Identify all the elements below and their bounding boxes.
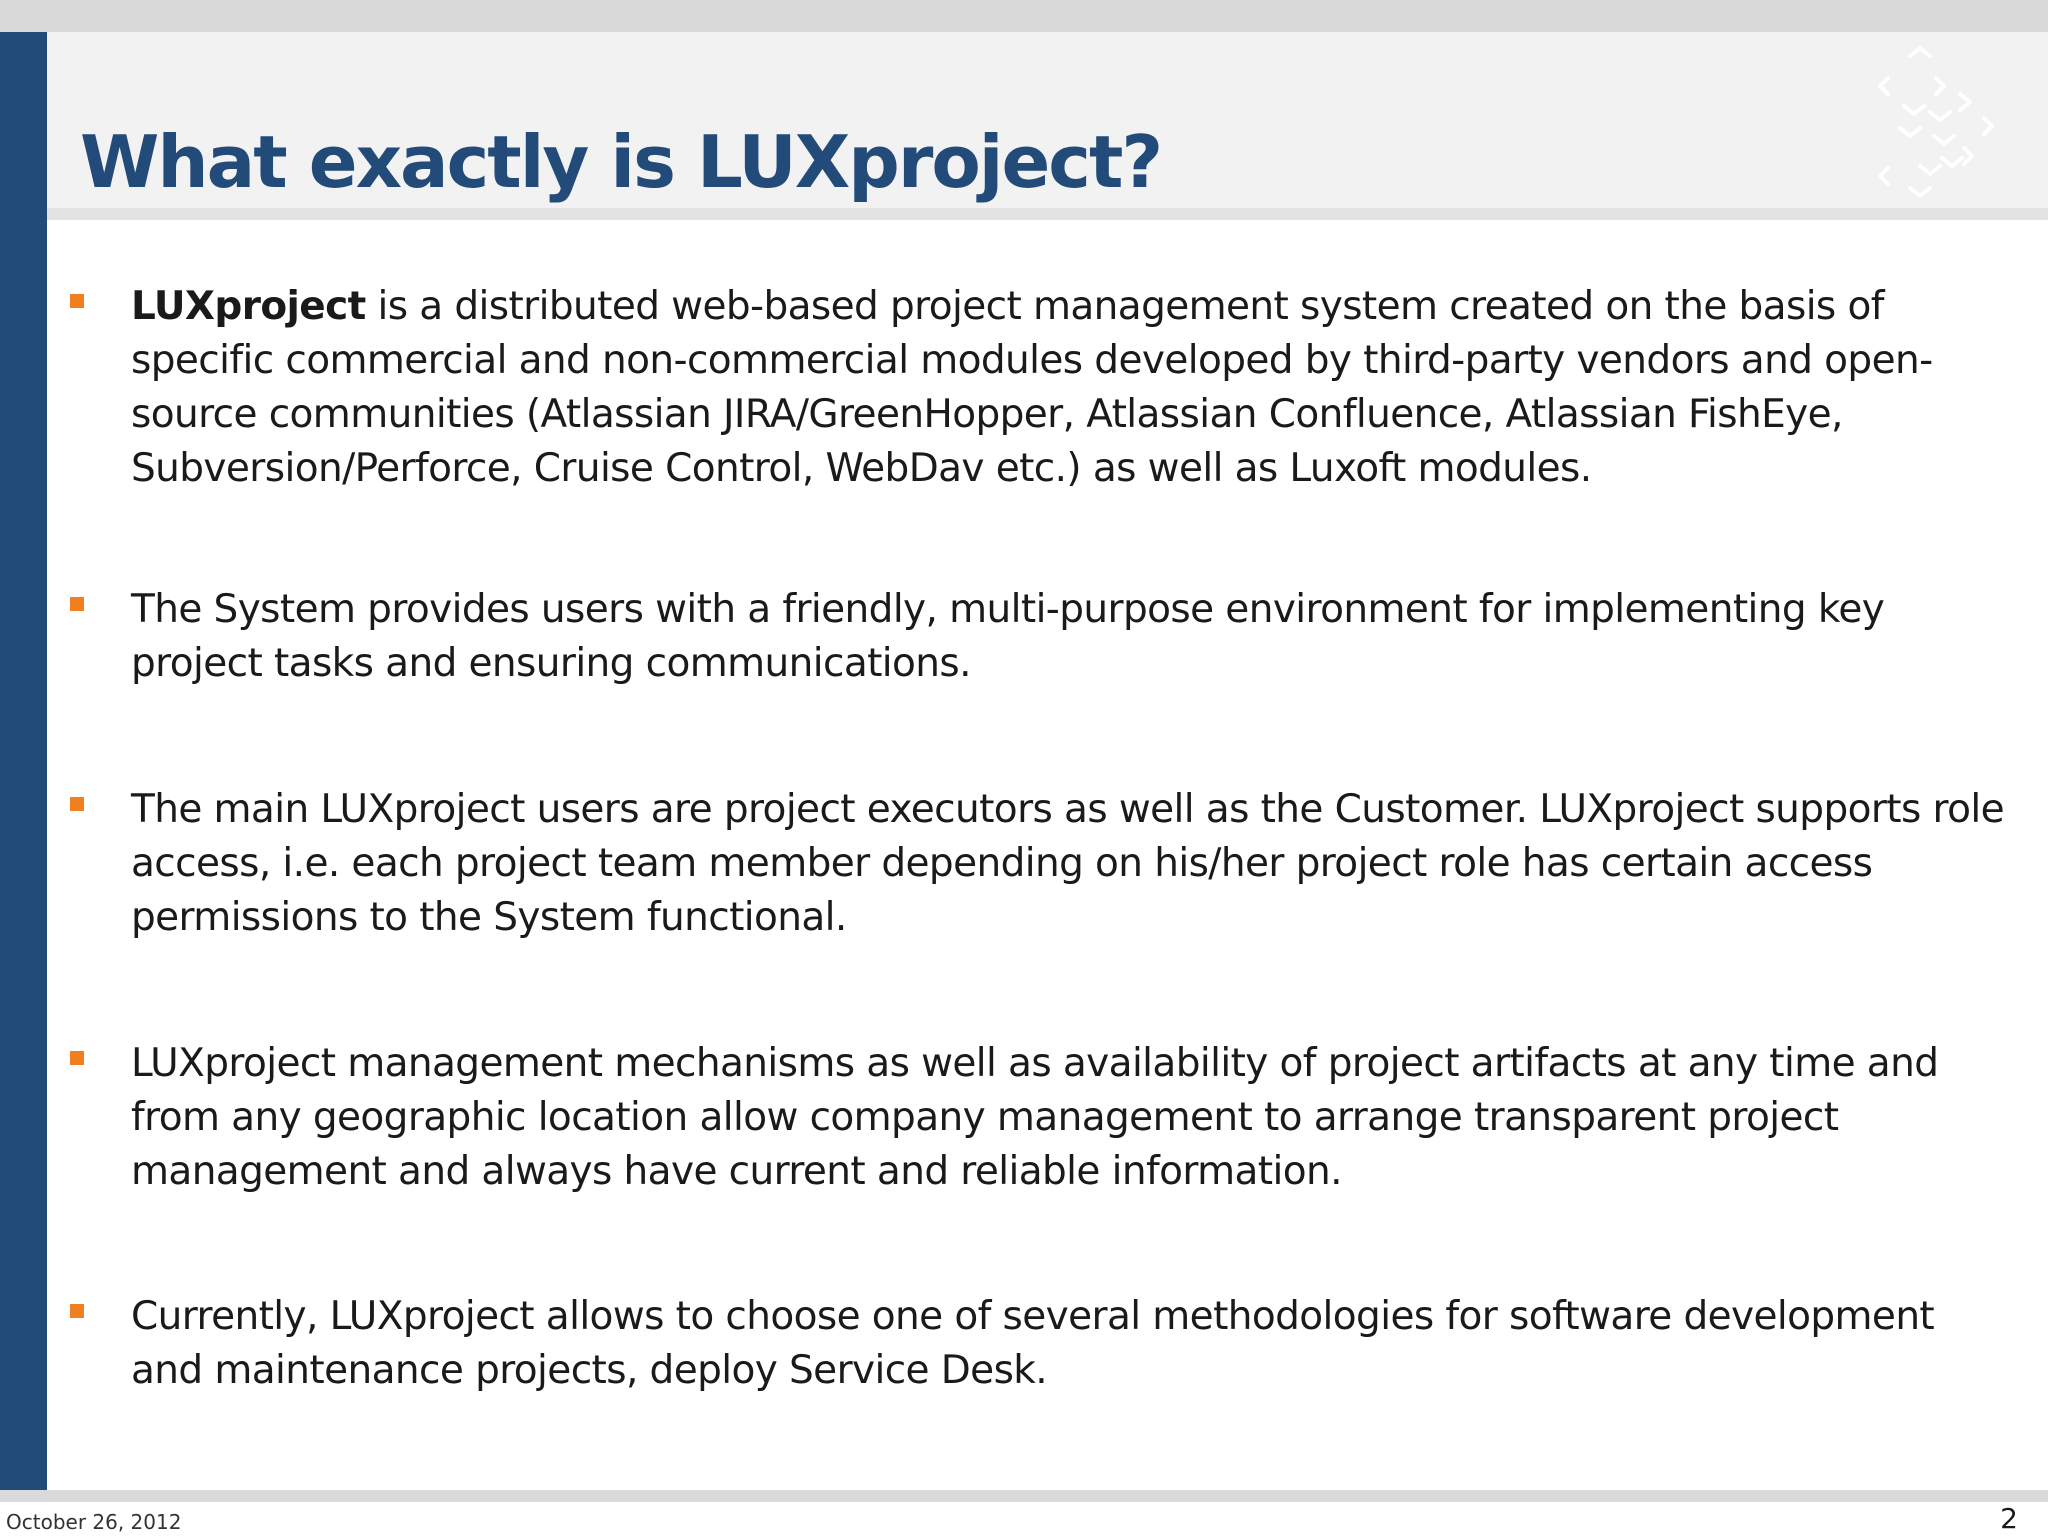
- bullet-text: Currently, LUXproject allows to choose o…: [131, 1290, 2011, 1398]
- left-accent-bar: [0, 32, 47, 1490]
- bullet-text: The main LUXproject users are project ex…: [131, 783, 2011, 945]
- bullet-text: LUXproject is a distributed web-based pr…: [131, 280, 2011, 496]
- page-number: 2: [2000, 1502, 2018, 1535]
- bullet-marker: [70, 294, 84, 308]
- bullet-marker: [70, 1051, 84, 1065]
- slide-title: What exactly is LUXproject?: [80, 120, 1163, 204]
- bullet-body: LUXproject management mechanisms as well…: [131, 1041, 1939, 1194]
- bullet-lead: LUXproject: [131, 284, 366, 329]
- bullet-marker: [70, 597, 84, 611]
- footer-date: October 26, 2012: [6, 1510, 182, 1534]
- bullet-body: The System provides users with a friendl…: [131, 587, 1885, 686]
- bottom-strip: [0, 1490, 2048, 1502]
- bullet-marker: [70, 797, 84, 811]
- bullet-text: The System provides users with a friendl…: [131, 583, 2011, 691]
- bullet-text: LUXproject management mechanisms as well…: [131, 1037, 2011, 1199]
- bullet-body: Currently, LUXproject allows to choose o…: [131, 1294, 1935, 1393]
- bullet-body: is a distributed web-based project manag…: [131, 284, 1933, 491]
- top-strip: [0, 0, 2048, 32]
- bullet-marker: [70, 1304, 84, 1318]
- bullet-body: The main LUXproject users are project ex…: [131, 787, 2005, 940]
- luxoft-chevron-logo-icon: [1878, 46, 1994, 198]
